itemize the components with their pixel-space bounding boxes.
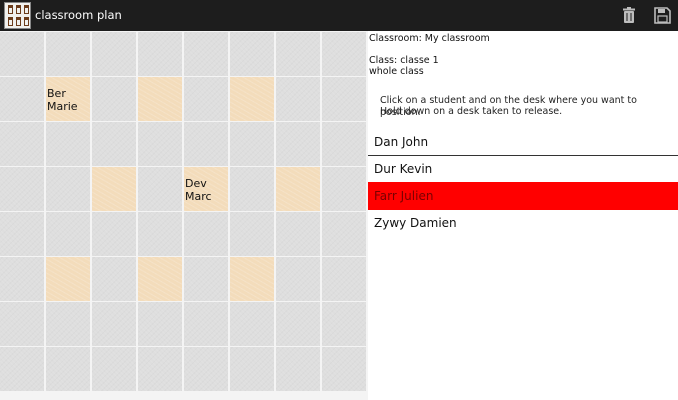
grid-cell[interactable] <box>0 347 44 391</box>
seat-name-line2: Marie <box>47 100 78 113</box>
grid-cell[interactable] <box>184 32 228 76</box>
grid-cell[interactable] <box>0 77 44 121</box>
student-item-selected[interactable]: Farr Julien <box>368 182 678 210</box>
grid-cell[interactable] <box>46 167 90 211</box>
grid-cell[interactable] <box>230 32 274 76</box>
grid-cell[interactable] <box>322 347 366 391</box>
grid-cell[interactable] <box>138 302 182 346</box>
grid-cell[interactable] <box>184 302 228 346</box>
grid-cell[interactable] <box>276 122 320 166</box>
grid-cell[interactable] <box>276 257 320 301</box>
grid-cell[interactable] <box>138 347 182 391</box>
desk-taken[interactable]: Ber Marie <box>46 77 90 121</box>
grid-cell[interactable] <box>92 122 136 166</box>
grid-cell[interactable] <box>276 32 320 76</box>
save-button[interactable] <box>652 5 672 26</box>
grid-cell[interactable] <box>138 212 182 256</box>
grid-cell[interactable] <box>322 302 366 346</box>
grid-cell[interactable] <box>0 32 44 76</box>
action-bar: classroom plan <box>0 0 678 31</box>
desk[interactable] <box>230 257 274 301</box>
student-item[interactable]: Dan John <box>368 129 678 156</box>
grid-cell[interactable] <box>322 167 366 211</box>
grid-cell[interactable] <box>276 302 320 346</box>
grid-cell[interactable] <box>184 347 228 391</box>
grid-cell[interactable] <box>138 122 182 166</box>
grid-cell[interactable] <box>92 212 136 256</box>
student-item[interactable]: Dur Kevin <box>368 156 678 183</box>
grid-cell[interactable] <box>230 122 274 166</box>
grid-cell[interactable] <box>46 302 90 346</box>
grid-cell[interactable] <box>184 212 228 256</box>
grid-cell[interactable] <box>92 347 136 391</box>
desk[interactable] <box>276 167 320 211</box>
grid-cell[interactable] <box>92 302 136 346</box>
instructions-line2: Hold down on a desk taken to release. <box>380 106 563 117</box>
group-label: whole class <box>369 66 424 77</box>
desk[interactable] <box>46 257 90 301</box>
grid-cell[interactable] <box>276 212 320 256</box>
grid-cell[interactable] <box>322 212 366 256</box>
grid-cell[interactable] <box>46 32 90 76</box>
grid-cell[interactable] <box>92 32 136 76</box>
grid-cell[interactable] <box>46 347 90 391</box>
classroom-chairs-icon[interactable] <box>4 2 31 29</box>
grid-cell[interactable] <box>230 302 274 346</box>
classroom-label: Classroom: My classroom <box>369 33 490 44</box>
grid-cell[interactable] <box>230 212 274 256</box>
grid-cell[interactable] <box>184 257 228 301</box>
grid-cell[interactable] <box>230 347 274 391</box>
grid-cell[interactable] <box>0 257 44 301</box>
seat-name-dev-marc: Dev Marc <box>185 177 212 203</box>
grid-cell[interactable] <box>276 347 320 391</box>
grid-cell[interactable] <box>0 212 44 256</box>
delete-button[interactable] <box>619 5 639 26</box>
desk[interactable] <box>230 77 274 121</box>
desk-taken[interactable]: Dev Marc <box>184 167 228 211</box>
seat-name-line2: Marc <box>185 190 212 203</box>
grid-cell[interactable] <box>0 302 44 346</box>
grid-cell[interactable] <box>92 257 136 301</box>
seat-name-line1: Dev <box>185 177 207 190</box>
grid-cell[interactable] <box>230 167 274 211</box>
desk[interactable] <box>138 257 182 301</box>
grid-cell[interactable] <box>0 122 44 166</box>
desk[interactable] <box>138 77 182 121</box>
grid-cell[interactable] <box>322 257 366 301</box>
seat-name-ber-marie: Ber Marie <box>47 87 78 113</box>
grid-cell[interactable] <box>0 167 44 211</box>
class-label: Class: classe 1 <box>369 55 439 66</box>
trash-icon <box>623 7 635 23</box>
seat-name-line1: Ber <box>47 87 66 100</box>
seating-grid: Ber Marie Dev Marc <box>0 31 368 400</box>
grid-cell[interactable] <box>276 77 320 121</box>
grid-cell[interactable] <box>46 212 90 256</box>
grid-cell[interactable] <box>184 77 228 121</box>
grid-cell[interactable] <box>46 122 90 166</box>
grid-cell[interactable] <box>184 122 228 166</box>
student-item[interactable]: Zywy Damien <box>368 210 678 237</box>
grid-cell[interactable] <box>322 32 366 76</box>
grid-cell[interactable] <box>322 122 366 166</box>
grid-cell[interactable] <box>322 77 366 121</box>
grid-cell[interactable] <box>92 77 136 121</box>
save-icon <box>654 7 671 24</box>
grid-cell[interactable] <box>138 32 182 76</box>
info-panel: Classroom: My classroom Class: classe 1 … <box>368 31 678 400</box>
grid-cell[interactable] <box>138 167 182 211</box>
desk[interactable] <box>92 167 136 211</box>
app-title: classroom plan <box>35 8 122 22</box>
